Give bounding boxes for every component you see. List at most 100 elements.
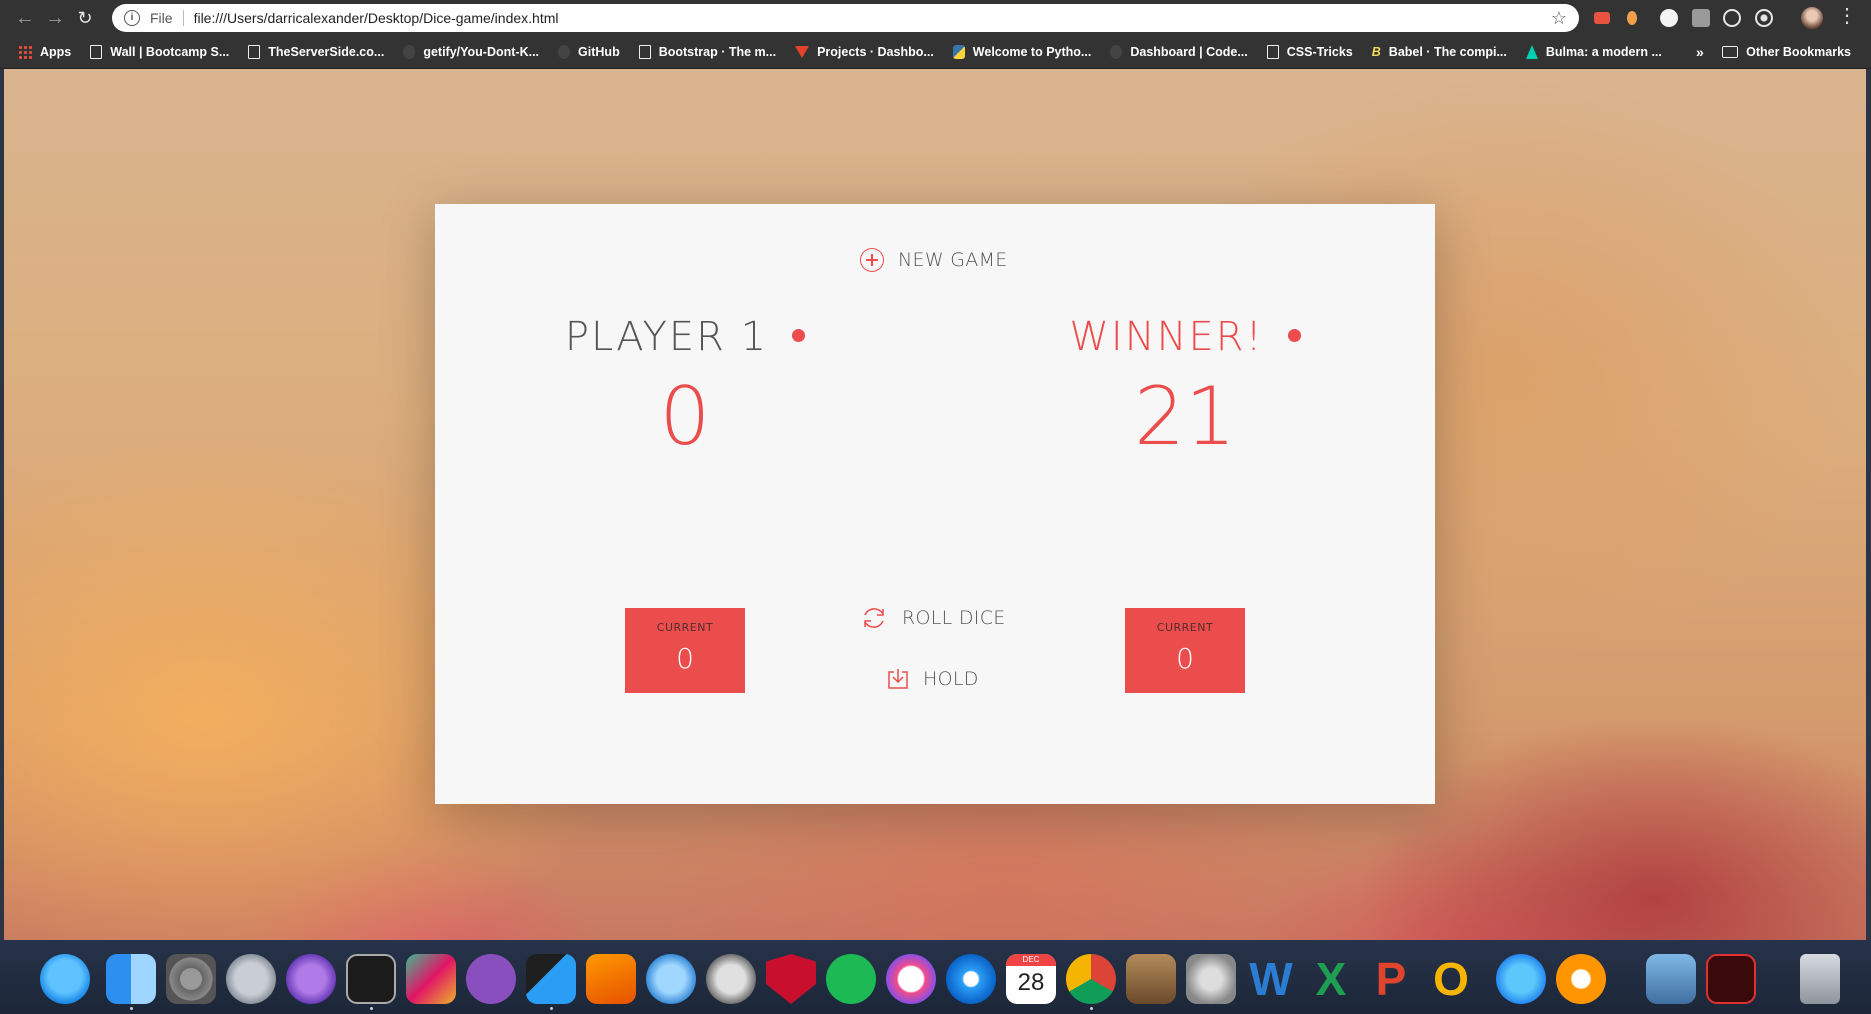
calendar-month: DEC <box>1006 954 1056 966</box>
running-indicator <box>370 1007 373 1010</box>
bookmark-css-tricks[interactable]: CSS-Tricks <box>1266 45 1353 59</box>
outlook-icon[interactable]: O <box>1426 954 1476 1004</box>
bookmark-codepen[interactable]: Dashboard | Code... <box>1110 45 1248 59</box>
tableplus-icon[interactable] <box>706 954 756 1004</box>
hold-button[interactable]: HOLD <box>887 668 979 690</box>
current-label: CURRENT <box>656 621 714 634</box>
bookmarks-overflow-icon[interactable]: » <box>1696 44 1704 60</box>
bookmark-wall[interactable]: Wall | Bootcamp S... <box>90 45 229 59</box>
refresh-icon <box>864 608 884 628</box>
plus-circle-icon <box>860 248 884 272</box>
bookmark-other[interactable]: Other Bookmarks <box>1722 45 1851 59</box>
new-game-button[interactable]: NEW GAME <box>860 248 1008 272</box>
sublime-text-icon[interactable] <box>586 954 636 1004</box>
back-icon[interactable]: ← <box>10 3 40 33</box>
bookmark-python[interactable]: Welcome to Pytho... <box>952 45 1091 59</box>
folder-icon <box>1722 46 1739 58</box>
bookmark-gitlab[interactable]: Projects · Dashbo... <box>795 45 934 59</box>
launchpad-icon[interactable] <box>226 954 276 1004</box>
player-1-current-box: CURRENT 0 <box>625 608 745 693</box>
address-bar[interactable]: i File file:///Users/darricalexander/Des… <box>112 4 1579 32</box>
word-icon[interactable]: W <box>1246 954 1296 1004</box>
disk-utility-icon[interactable] <box>1186 954 1236 1004</box>
player-1-current-score: 0 <box>676 642 694 675</box>
github-desktop-icon[interactable] <box>466 954 516 1004</box>
bookmark-babel[interactable]: B Babel · The compi... <box>1372 45 1507 59</box>
bookmark-star-icon[interactable]: ☆ <box>1551 8 1567 29</box>
imovie-icon[interactable] <box>286 954 336 1004</box>
reload-icon[interactable]: ↻ <box>70 3 100 33</box>
calendar-icon[interactable]: DEC 28 <box>1006 954 1056 1004</box>
player-1-panel: PLAYER 1 0 <box>435 314 935 463</box>
download-icon <box>888 669 908 689</box>
bulma-icon <box>1525 45 1538 59</box>
page-icon <box>638 45 651 59</box>
url-text[interactable]: file:///Users/darricalexander/Desktop/Di… <box>194 10 559 26</box>
roll-dice-label: ROLL DICE <box>902 607 1006 629</box>
player-1-name: PLAYER 1 <box>565 314 806 360</box>
forward-icon[interactable]: → <box>40 3 70 33</box>
books-icon[interactable] <box>1556 954 1606 1004</box>
extension-white-circle-icon[interactable] <box>1660 9 1678 27</box>
player-2-panel: WINNER! 21 <box>935 314 1435 463</box>
babel-icon: B <box>1371 45 1381 59</box>
browser-toolbar: ← → ↻ i File file:///Users/darricalexand… <box>0 0 1871 36</box>
profile-avatar[interactable] <box>1801 7 1823 29</box>
apps-grid-icon <box>18 45 32 59</box>
messages-icon[interactable] <box>40 954 90 1004</box>
bookmark-getify[interactable]: getify/You-Dont-K... <box>403 45 539 59</box>
spotify-icon[interactable] <box>826 954 876 1004</box>
game-panel: NEW GAME PLAYER 1 0 WINNER! 21 CURRENT 0… <box>435 204 1435 804</box>
acrobat-icon[interactable] <box>1706 954 1756 1004</box>
system-preferences-icon[interactable] <box>166 954 216 1004</box>
github-icon <box>558 45 571 59</box>
bookmark-bulma[interactable]: Bulma: a modern ... <box>1525 45 1662 59</box>
extension-target-icon[interactable] <box>1755 9 1773 27</box>
extension-orange-icon[interactable] <box>1627 11 1637 25</box>
excel-icon[interactable]: X <box>1306 954 1356 1004</box>
garageband-icon[interactable] <box>1126 954 1176 1004</box>
vscode-icon[interactable] <box>526 954 576 1004</box>
roll-dice-button[interactable]: ROLL DICE <box>860 604 1006 632</box>
github-icon <box>403 45 416 59</box>
macos-dock: DEC 28 W X P O <box>0 940 1871 1014</box>
bookmark-apps[interactable]: Apps <box>18 45 71 59</box>
extension-red-arrow-icon[interactable] <box>1594 12 1610 24</box>
sequel-pro-icon[interactable] <box>646 954 696 1004</box>
codepen-icon <box>1110 45 1123 59</box>
window-edge <box>1866 69 1871 940</box>
player-1-score: 0 <box>659 370 711 463</box>
terminal-icon[interactable] <box>346 954 396 1004</box>
current-label: CURRENT <box>1156 621 1214 634</box>
bookmarks-bar: Apps Wall | Bootcamp S... TheServerSide.… <box>0 36 1871 69</box>
slack-icon[interactable] <box>406 954 456 1004</box>
calendar-day: 28 <box>1017 969 1045 996</box>
gitlab-icon <box>795 46 810 58</box>
preview-icon[interactable] <box>1646 954 1696 1004</box>
active-dot-icon <box>1287 328 1301 342</box>
bookmark-bootstrap[interactable]: Bootstrap · The m... <box>638 45 776 59</box>
bookmark-github[interactable]: GitHub <box>558 45 620 59</box>
itunes-icon[interactable] <box>886 954 936 1004</box>
extension-react-icon[interactable] <box>1723 9 1741 27</box>
bookmark-theserverside[interactable]: TheServerSide.co... <box>248 45 384 59</box>
safari-icon[interactable] <box>946 954 996 1004</box>
active-dot-icon <box>792 328 806 342</box>
extension-square-icon[interactable] <box>1692 9 1710 27</box>
hold-label: HOLD <box>923 668 979 690</box>
menu-icon[interactable]: ⋮ <box>1837 6 1857 26</box>
python-icon <box>952 45 965 59</box>
player-2-name: WINNER! <box>1069 314 1301 360</box>
mcafee-icon[interactable] <box>766 954 816 1004</box>
running-indicator <box>130 1007 133 1010</box>
powerpoint-icon[interactable]: P <box>1366 954 1416 1004</box>
trash-icon[interactable] <box>1800 954 1840 1004</box>
new-game-label: NEW GAME <box>898 249 1008 271</box>
player-2-score: 21 <box>1134 370 1236 463</box>
player-2-current-box: CURRENT 0 <box>1125 608 1245 693</box>
chrome-icon[interactable] <box>1066 954 1116 1004</box>
app-store-icon[interactable] <box>1496 954 1546 1004</box>
info-icon[interactable]: i <box>124 10 140 26</box>
finder-icon[interactable] <box>106 954 156 1004</box>
page-icon <box>1266 45 1279 59</box>
